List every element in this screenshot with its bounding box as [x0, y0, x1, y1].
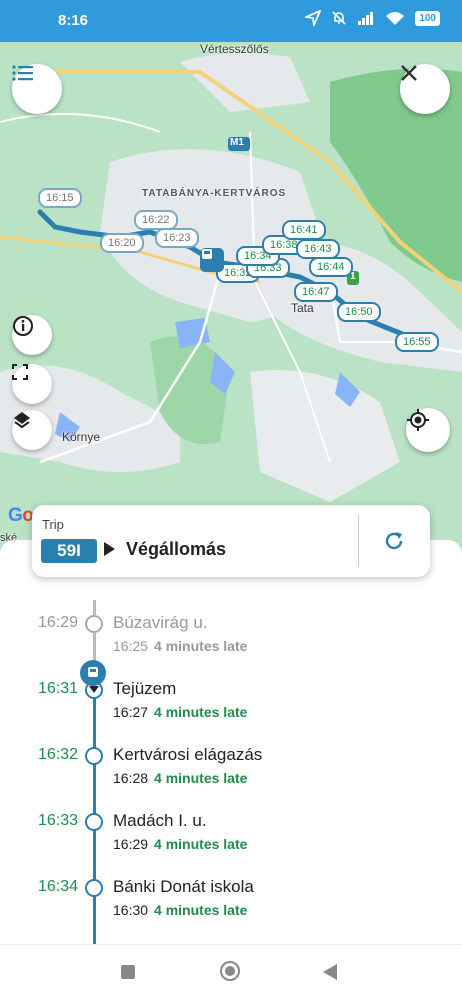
refresh-button[interactable] — [376, 523, 412, 559]
stop-name: Kertvárosi elágazás — [113, 745, 263, 764]
map-stop-marker[interactable]: 16:23 — [155, 228, 199, 248]
location-icon — [305, 10, 322, 26]
system-nav-bar — [0, 944, 462, 1001]
stop-row[interactable]: 16:33 Madách I. u. 16:29 4 minutes late — [0, 811, 462, 872]
stop-actual-line: 16:27 4 minutes late — [113, 704, 248, 720]
signal-icon — [358, 12, 374, 25]
home-icon — [225, 966, 235, 976]
my-location-button[interactable] — [406, 408, 450, 452]
recents-button[interactable] — [121, 965, 135, 979]
stop-node — [85, 813, 103, 831]
close-button[interactable] — [400, 64, 450, 114]
place-label-vertesszolos: Vértesszőlős — [200, 42, 269, 56]
map-stop-marker[interactable]: 16:50 — [337, 302, 381, 322]
layers-button[interactable] — [12, 410, 52, 450]
home-button[interactable] — [220, 961, 240, 981]
stop-actual-line: 16:25 4 minutes late — [113, 638, 248, 654]
stop-row[interactable]: 16:34 Bánki Donát iskola 16:30 4 minutes … — [0, 877, 462, 938]
stop-actual-line: 16:28 4 minutes late — [113, 770, 248, 786]
trip-destination: Végállomás — [126, 539, 227, 559]
place-label-tata: Tata — [291, 301, 314, 315]
map-stop-marker[interactable]: 16:47 — [294, 282, 338, 302]
info-button[interactable] — [12, 315, 52, 355]
stop-row[interactable]: 16:31 Tejüzem 16:27 4 minutes late — [0, 679, 462, 740]
info-icon — [13, 316, 33, 336]
fullscreen-button[interactable] — [12, 364, 52, 404]
map-stop-marker[interactable]: 16:43 — [296, 239, 340, 259]
card-divider — [358, 515, 359, 567]
status-time: 8:16 — [58, 12, 89, 29]
stop-name: Búzavirág u. — [113, 613, 208, 632]
stop-scheduled-time: 16:32 — [38, 746, 79, 763]
stop-name: Bánki Donát iskola — [113, 877, 254, 896]
map-bus-icon[interactable] — [200, 248, 224, 272]
stop-scheduled-time: 16:31 — [38, 680, 79, 697]
stop-scheduled-time: 16:34 — [38, 878, 79, 895]
map-stop-marker[interactable]: 16:41 — [282, 220, 326, 240]
mute-icon — [332, 11, 346, 25]
wifi-icon — [386, 12, 405, 25]
map-stop-marker[interactable]: 16:20 — [100, 233, 144, 253]
place-label-kertvaros: TATABÁNYA-KERTVÁROS — [142, 188, 287, 199]
stop-node — [85, 879, 103, 897]
map-stop-marker[interactable]: 16:55 — [395, 332, 439, 352]
map-view[interactable]: Vértesszőlős TATABÁNYA-KERTVÁROS Tata Kö… — [0, 42, 462, 562]
stop-actual-line: 16:30 4 minutes late — [113, 902, 248, 918]
stop-delay: 4 minutes late — [154, 836, 248, 852]
refresh-icon — [385, 532, 403, 550]
menu-icon — [12, 65, 33, 81]
status-bar: 8:16 100 — [0, 0, 462, 42]
layers-icon — [14, 412, 30, 429]
back-button[interactable] — [323, 964, 337, 980]
map-stop-marker[interactable]: 16:44 — [309, 257, 353, 277]
highway-badge-m1: M1 — [230, 137, 244, 148]
stop-node — [85, 615, 103, 633]
stop-delay: 4 minutes late — [154, 638, 248, 654]
fullscreen-icon — [12, 364, 28, 380]
map-stop-marker[interactable]: 16:15 — [38, 188, 82, 208]
close-icon — [401, 65, 417, 81]
stop-row[interactable]: 16:29 Búzavirág u. 16:25 4 minutes late — [0, 613, 462, 674]
stop-name: Tejüzem — [113, 679, 177, 698]
stop-delay: 4 minutes late — [154, 902, 248, 918]
stop-name: Madách I. u. — [113, 811, 207, 830]
map-background — [0, 42, 462, 562]
bus-icon — [88, 667, 98, 677]
map-stop-marker[interactable]: 16:22 — [134, 210, 178, 230]
stop-scheduled-time: 16:33 — [38, 812, 79, 829]
direction-arrow-icon — [104, 542, 115, 556]
route-badge: 59I — [41, 539, 97, 563]
place-label-kornye: Környe — [62, 430, 101, 444]
current-bus-marker — [80, 660, 106, 686]
stop-node — [85, 747, 103, 765]
stop-delay: 4 minutes late — [154, 704, 248, 720]
my-location-icon — [407, 409, 429, 431]
stop-row[interactable]: 16:32 Kertvárosi elágazás 16:28 4 minutes… — [0, 745, 462, 806]
stop-delay: 4 minutes late — [154, 770, 248, 786]
stop-scheduled-time: 16:29 — [38, 614, 79, 631]
trip-card[interactable]: Trip 59I Végállomás — [32, 505, 430, 577]
menu-button[interactable] — [12, 64, 62, 114]
battery-indicator: 100 — [415, 10, 440, 26]
stop-actual-line: 16:29 4 minutes late — [113, 836, 248, 852]
status-icons: 100 — [305, 10, 440, 26]
trip-label: Trip — [42, 517, 64, 532]
